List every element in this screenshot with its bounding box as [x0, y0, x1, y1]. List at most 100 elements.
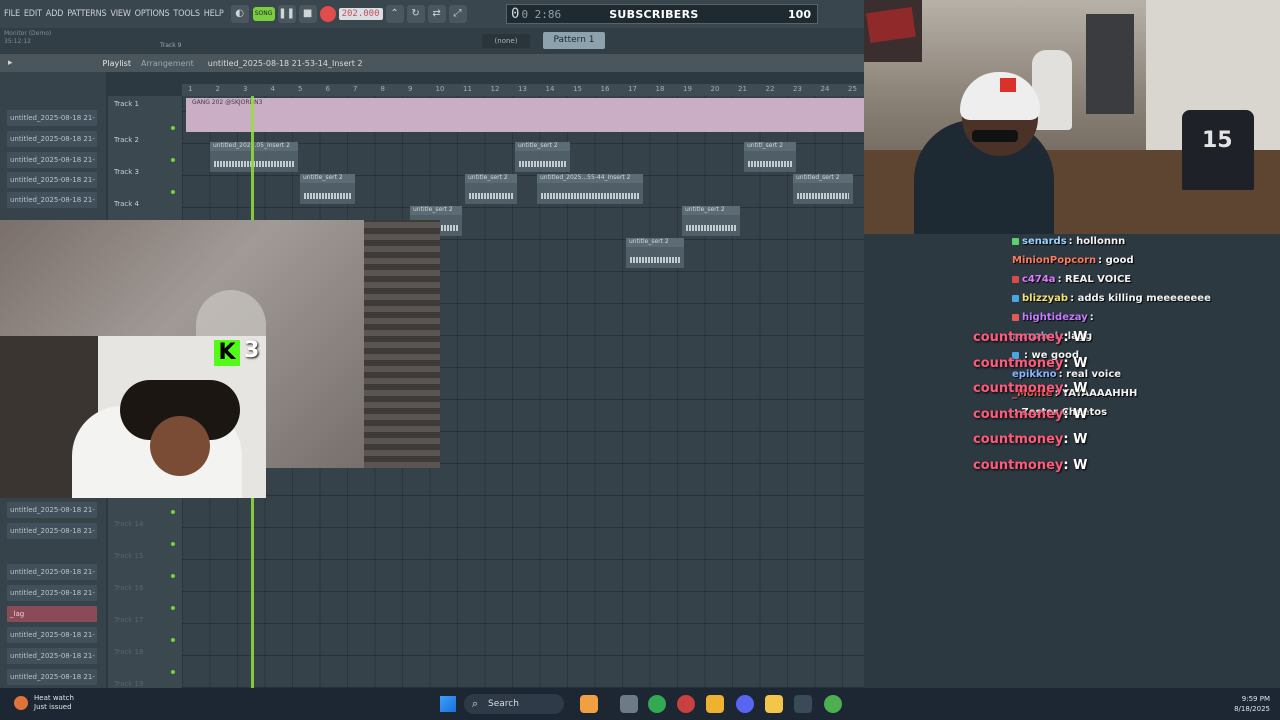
menu-edit[interactable]: EDIT: [24, 9, 42, 19]
track-label[interactable]: Track 3: [114, 168, 139, 176]
track1-audio-clip[interactable]: [186, 98, 864, 132]
master-pitch-knob-icon[interactable]: ◐: [230, 5, 249, 23]
browser-item[interactable]: untitled_2025-08-18 21-: [7, 110, 97, 126]
track-label[interactable]: Track 16: [114, 584, 143, 592]
clip-name: untitle_sert 2: [518, 142, 558, 149]
menu-options[interactable]: OPTIONS: [135, 9, 170, 19]
record-button[interactable]: [319, 6, 336, 22]
browser-item[interactable]: untitled_2025-08-18 21-: [7, 627, 97, 643]
track-mute-led[interactable]: [171, 638, 175, 642]
blend-icon[interactable]: ⤢: [448, 5, 467, 23]
browser-item-lag[interactable]: _lag: [7, 606, 97, 622]
browser-item[interactable]: untitled_2025-08-18 21-: [7, 523, 97, 539]
audio-clip[interactable]: untitle_sert 2: [300, 174, 355, 204]
browser-item[interactable]: untitled_2025-08-18 21-: [7, 585, 97, 601]
ruler-bar-number: 12: [490, 85, 500, 93]
track-label[interactable]: Track 15: [114, 552, 143, 560]
track-mute-led[interactable]: [171, 542, 175, 546]
browser-item[interactable]: untitled_2025-08-18 21-: [7, 669, 97, 685]
discord-icon[interactable]: [736, 695, 754, 713]
track-label[interactable]: Track 17: [114, 616, 143, 624]
loop-record-icon[interactable]: ↻: [406, 5, 425, 23]
pause-icon[interactable]: ❚❚: [277, 5, 296, 23]
track-label[interactable]: Track 18: [114, 648, 143, 656]
chat-message: senards: hollonnn: [1012, 236, 1272, 255]
track-label[interactable]: Track 14: [114, 520, 143, 528]
chrome-icon[interactable]: [648, 695, 666, 713]
browser-item[interactable]: untitled_2025-08-18 21-: [7, 192, 97, 208]
browser-item[interactable]: untitled_2025-08-18 21-: [7, 502, 97, 518]
sunglasses: [972, 130, 1018, 142]
desktop: FILE EDIT ADD PATTERNS VIEW OPTIONS TOOL…: [0, 0, 1280, 720]
audio-clip[interactable]: untitle_sert 2: [682, 206, 740, 236]
taskbar-clock[interactable]: 9:59 PM 8/18/2025: [1234, 694, 1270, 714]
taskbar-search[interactable]: ⌕ Search: [464, 694, 564, 714]
menu-help[interactable]: HELP: [204, 9, 224, 19]
copilot-icon[interactable]: [580, 695, 598, 713]
stop-icon[interactable]: ■: [298, 5, 317, 23]
timeline-ruler[interactable]: 1 2 3 4 5 6 7 8 9 10 11 12 13 14 15 16 17 18 19 20 21 22 23 24 2…: [182, 84, 864, 96]
track-label[interactable]: Track 4: [114, 200, 139, 208]
audio-clip[interactable]: untitled_2025...55-44_Insert 2: [537, 174, 643, 204]
alert-text: : W: [1063, 330, 1088, 345]
playlist-menu-icon[interactable]: ▸: [8, 58, 13, 68]
menu-tools[interactable]: TOOLS: [173, 9, 200, 19]
menu-view[interactable]: VIEW: [110, 9, 130, 19]
browser-item[interactable]: untitled_2025-08-18 21-: [7, 131, 97, 147]
chat-username[interactable]: c474a: [1022, 274, 1056, 285]
menu-add[interactable]: ADD: [46, 9, 64, 19]
snap-select[interactable]: (none): [482, 34, 530, 48]
song-mode-toggle[interactable]: SONG: [252, 7, 275, 21]
weather-widget[interactable]: Heat watch Just issued: [14, 694, 74, 712]
step-edit-icon[interactable]: ⇄: [427, 5, 446, 23]
browser-item[interactable]: untitled_2025-08-18 21-: [7, 564, 97, 580]
menu-file[interactable]: FILE: [4, 9, 20, 19]
chat-message: c474a: REAL VOICE: [1012, 274, 1272, 293]
hint-line-1: Monitor (Demo): [4, 30, 52, 37]
browser-icon[interactable]: [824, 695, 842, 713]
fl-studio-icon[interactable]: [706, 695, 724, 713]
track-mute-led[interactable]: [171, 510, 175, 514]
track-mute-led[interactable]: [171, 126, 175, 130]
track-mute-led[interactable]: [171, 158, 175, 162]
task-view-icon[interactable]: [620, 695, 638, 713]
audio-clip[interactable]: untitle_sert 2: [515, 142, 570, 172]
menu-patterns[interactable]: PATTERNS: [67, 9, 106, 19]
file-explorer-icon[interactable]: [765, 695, 783, 713]
chat-username[interactable]: senards: [1022, 236, 1067, 247]
audio-clip[interactable]: untitled_202...05_Insert 2: [210, 142, 298, 172]
chat-username[interactable]: MinionPopcorn: [1012, 255, 1096, 266]
track-mute-led[interactable]: [171, 190, 175, 194]
track-label[interactable]: Track 1: [114, 100, 139, 108]
chat-username[interactable]: hightidezay: [1022, 312, 1088, 323]
playlist-arrangement[interactable]: Arrangement: [141, 59, 194, 68]
chat-username[interactable]: blizzyab: [1022, 293, 1068, 304]
audio-clip[interactable]: untitl_sert 2: [744, 142, 796, 172]
playlist-title: Playlist: [102, 58, 131, 68]
track-label[interactable]: Track 2: [114, 136, 139, 144]
browser-item[interactable]: untitled_2025-08-18 21-: [7, 152, 97, 168]
browser-item[interactable]: untitled_2025-08-18 21-: [7, 648, 97, 664]
ruler-bar-number: 19: [683, 85, 692, 93]
ruler-bar-number: 16: [600, 85, 610, 93]
chat-text: hollonnn: [1076, 236, 1126, 247]
audio-clip[interactable]: untitle_sert 2: [465, 174, 517, 204]
search-label: Search: [488, 699, 519, 709]
track-mute-led[interactable]: [171, 606, 175, 610]
windows-start-icon[interactable]: [440, 696, 456, 712]
pattern-select[interactable]: Pattern 1: [543, 32, 605, 49]
obs-icon[interactable]: [677, 695, 695, 713]
track-hint: Track 9: [160, 42, 182, 49]
track-mute-led[interactable]: [171, 670, 175, 674]
audio-clip[interactable]: untitled_sert 2: [793, 174, 853, 204]
ruler-bar-number: 21: [738, 85, 747, 93]
track-mute-led[interactable]: [171, 574, 175, 578]
clip-name: untitl_sert 2: [747, 142, 784, 149]
ruler-bar-number: 2: [215, 85, 220, 93]
metronome-icon[interactable]: ⌃: [385, 5, 404, 23]
track-label[interactable]: Track 19: [114, 680, 143, 688]
browser-item[interactable]: untitled_2025-08-18 21-: [7, 172, 97, 188]
tempo-display[interactable]: 202.000: [338, 8, 383, 20]
app-icon[interactable]: [794, 695, 812, 713]
audio-clip[interactable]: untitle_sert 2: [626, 238, 684, 268]
